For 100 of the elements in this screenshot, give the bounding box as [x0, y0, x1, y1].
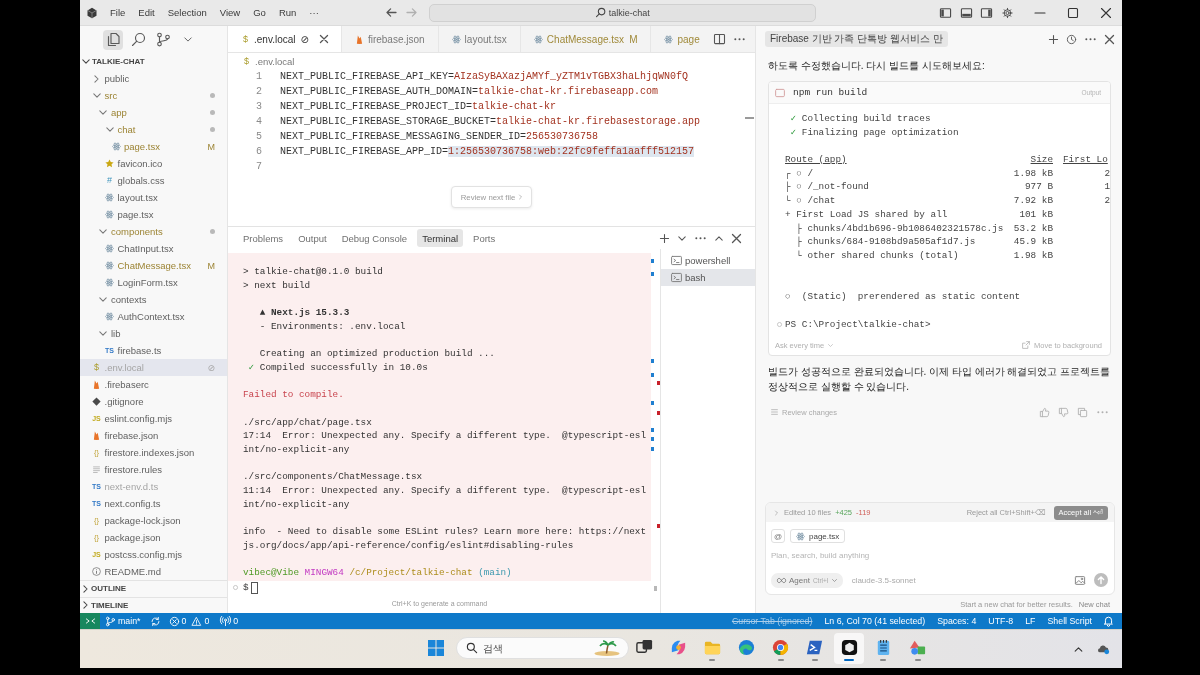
thumbs-down-icon[interactable] — [1059, 407, 1068, 417]
file-tree-item[interactable]: lib — [80, 325, 227, 342]
search-input[interactable]: 검색 — [483, 642, 588, 654]
terminal-list-item[interactable]: powershell — [661, 252, 755, 269]
context-file-chip[interactable]: page.tsx — [790, 529, 846, 543]
errors-indicator[interactable]: 0 — [163, 613, 193, 629]
panel-tab[interactable]: Problems — [238, 229, 289, 247]
file-tree-item[interactable]: layout.tsx — [80, 189, 227, 206]
left-panel-toggle-icon[interactable] — [940, 7, 951, 18]
file-tree-item[interactable]: LoginForm.tsx — [80, 274, 227, 291]
menu-item[interactable]: View — [213, 3, 247, 22]
file-tree-item[interactable]: ChatInput.tsx — [80, 240, 227, 257]
terminal-app-icon[interactable] — [805, 638, 825, 661]
line-number: 7 — [255, 161, 262, 172]
chevron-up-icon[interactable] — [715, 235, 723, 241]
branch-icon[interactable] — [156, 33, 170, 46]
file-tree-item[interactable]: app — [80, 104, 227, 121]
more-icon[interactable] — [733, 37, 745, 41]
shapes-app-icon[interactable] — [908, 638, 927, 661]
file-tree-item[interactable]: page.tsx — [80, 206, 227, 223]
more-icon[interactable] — [695, 236, 706, 240]
file-tree-item[interactable]: firestore.rules — [80, 461, 227, 478]
settings-gear-icon[interactable] — [1001, 7, 1013, 18]
file-tree-item[interactable]: .firebaserc — [80, 376, 227, 393]
search-icon[interactable] — [131, 33, 145, 46]
menu-item[interactable]: File — [103, 3, 132, 22]
cube-app-icon[interactable] — [834, 633, 865, 664]
menu-item[interactable]: Go — [246, 3, 273, 22]
cube-logo-icon[interactable] — [86, 6, 98, 19]
status-item[interactable]: UTF-8 — [982, 613, 1020, 629]
file-tree-item[interactable]: .gitignore — [80, 393, 227, 410]
chevron-down-icon[interactable] — [678, 235, 686, 241]
thumbs-up-icon[interactable] — [1040, 407, 1049, 417]
panel-tab[interactable]: Debug Console — [336, 229, 413, 247]
more-icon[interactable] — [1085, 37, 1096, 41]
editor-tab[interactable]: page — [651, 26, 703, 52]
cloud-icon[interactable] — [1097, 643, 1110, 655]
file-tree-item[interactable]: src — [80, 87, 227, 104]
close-icon[interactable] — [1105, 34, 1114, 44]
close-icon[interactable] — [319, 35, 328, 43]
chat-input-field[interactable]: Plan, search, build anything — [771, 546, 1108, 564]
command-center[interactable]: talkie-chat — [429, 3, 817, 22]
file-tree-item[interactable]: AuthContext.tsx — [80, 308, 227, 325]
route-size: 1.98 kB — [1013, 248, 1053, 263]
menu-item[interactable]: ··· — [302, 3, 326, 22]
terminal-text: /c/Project/talkie-chat — [348, 567, 473, 579]
close-icon[interactable] — [1100, 7, 1111, 18]
history-icon[interactable] — [1067, 34, 1076, 44]
menu-item[interactable]: Run — [272, 3, 303, 22]
file-tree-item[interactable]: page.tsx M — [80, 138, 227, 155]
split-editor-icon[interactable] — [713, 34, 725, 44]
file-tree-item[interactable]: contexts — [80, 291, 227, 308]
mention-button[interactable]: @ — [771, 529, 785, 543]
image-icon[interactable] — [1075, 575, 1085, 585]
sidebar-section-header[interactable]: OUTLINE — [80, 580, 227, 597]
plus-icon[interactable] — [660, 233, 669, 243]
right-panel-toggle-icon[interactable] — [981, 7, 992, 18]
file-tree-item[interactable]: public — [80, 70, 227, 87]
status-item[interactable]: Shell Script — [1041, 613, 1098, 629]
swirl-browser-icon[interactable] — [737, 638, 757, 657]
file-tree-item[interactable]: ChatMessage.tsx M — [80, 257, 227, 274]
menu-item[interactable]: Edit — [131, 3, 162, 22]
editor-tab[interactable]: firebase.json — [341, 26, 439, 52]
editor-tab[interactable]: layout.tsx — [438, 26, 521, 52]
file-tree-item[interactable]: chat — [80, 121, 227, 138]
start-menu-icon[interactable] — [428, 640, 444, 656]
breadcrumb[interactable]: $ .env.local — [228, 53, 755, 69]
status-circle-icon — [777, 321, 782, 327]
status-item[interactable]: Ln 6, Col 70 (41 selected) — [818, 613, 932, 629]
remote-connection-icon[interactable] — [80, 613, 100, 629]
chevron-up-icon[interactable] — [1074, 646, 1083, 652]
bell-icon[interactable] — [1104, 616, 1113, 626]
menu-item[interactable]: Selection — [161, 3, 214, 22]
panel-tab[interactable]: Ports — [468, 229, 501, 247]
sync-icon[interactable] — [150, 616, 160, 626]
editor-tab[interactable]: ChatMessage.tsx M — [520, 26, 652, 52]
explorer-header[interactable]: TALKIE-CHAT — [80, 53, 227, 70]
file-tree-item[interactable]: # globals.css — [80, 172, 227, 189]
round-browser-icon[interactable] — [771, 638, 791, 661]
file-tree-item[interactable]: firebase.json — [80, 427, 227, 444]
close-icon[interactable] — [732, 233, 741, 243]
warnings-indicator[interactable]: 0 — [192, 613, 216, 629]
file-tree-item[interactable]: favicon.ico — [80, 155, 227, 172]
terminal-list-item[interactable]: bash — [661, 269, 755, 286]
taskbar-search-field[interactable]: 검색 — [456, 637, 629, 659]
status-item[interactable]: LF — [1019, 613, 1042, 629]
file-tree-item[interactable]: README.md — [80, 563, 227, 580]
maximize-icon[interactable] — [1067, 7, 1078, 18]
back-arrow-icon[interactable] — [386, 8, 398, 17]
branch-indicator[interactable]: main* — [100, 613, 147, 629]
bottom-panel-toggle-icon[interactable] — [960, 7, 972, 18]
files-icon[interactable] — [103, 29, 123, 50]
file-tree-item[interactable]: components — [80, 223, 227, 240]
panel-tab[interactable]: Output — [293, 229, 332, 247]
plus-icon[interactable] — [1049, 34, 1058, 44]
chat-tab[interactable]: Firebase 기반 가족 단톡방 웹서비스 만 — [765, 31, 948, 47]
status-item[interactable]: Spaces: 4 — [931, 613, 983, 629]
ports-indicator[interactable]: 0 — [215, 613, 245, 629]
panel-tab[interactable]: Terminal — [417, 229, 464, 247]
editor-tab[interactable]: $ .env.local ⊘ — [228, 26, 342, 52]
